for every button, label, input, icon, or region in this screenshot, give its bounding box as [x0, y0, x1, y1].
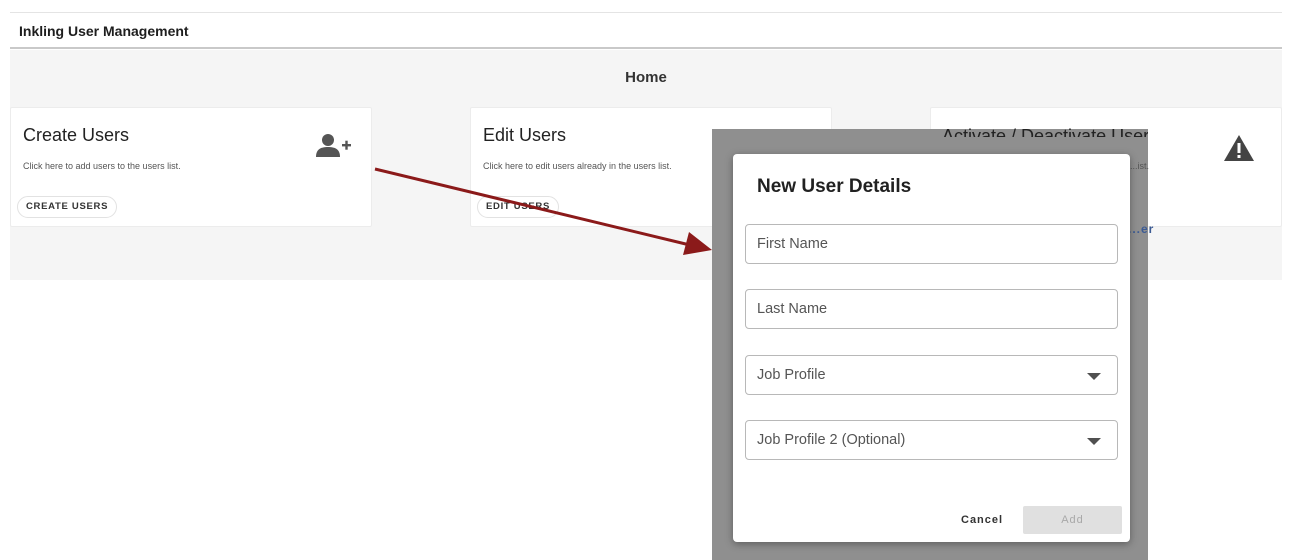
last-name-placeholder: Last Name — [757, 301, 828, 317]
dropdown-caret-icon — [1087, 438, 1101, 445]
card-description: Click here to add users to the users lis… — [23, 161, 181, 171]
last-name-field[interactable]: Last Name — [745, 289, 1118, 329]
first-name-field[interactable]: First Name — [745, 224, 1118, 264]
home-title: Home — [625, 69, 667, 86]
add-user-icon — [316, 134, 351, 157]
warning-icon — [1224, 135, 1254, 161]
job-profile-select[interactable]: Job Profile — [745, 355, 1118, 395]
card-title: Create Users — [23, 125, 130, 145]
job-profile-2-select[interactable]: Job Profile 2 (Optional) — [745, 420, 1118, 460]
app-header: Inkling User Management — [10, 12, 1282, 49]
cancel-button[interactable]: Cancel — [951, 507, 1013, 533]
dialog-title: New User Details — [757, 176, 912, 197]
add-button[interactable]: Add — [1023, 506, 1122, 534]
job-profile-2-label: Job Profile 2 (Optional) — [757, 432, 906, 448]
first-name-placeholder: First Name — [757, 236, 828, 252]
edit-users-button[interactable]: EDIT USERS — [477, 196, 560, 218]
page: Inkling User Management Home Create User… — [0, 0, 1290, 560]
card-description: Click here to edit users already in the … — [483, 161, 672, 171]
job-profile-label: Job Profile — [757, 367, 826, 383]
app-title: Inkling User Management — [19, 23, 189, 39]
card-title-peek: Activate / Deactivate User — [942, 126, 1148, 137]
activate-users-button-peek[interactable]: ...er — [1128, 222, 1154, 236]
dropdown-caret-icon — [1087, 373, 1101, 380]
card-title: Edit Users — [483, 125, 567, 145]
new-user-dialog: New User Details First Name Last Name Jo… — [733, 154, 1130, 542]
create-users-card[interactable]: Create Users Click here to add users to … — [10, 107, 372, 227]
card-description-peek: ...ist. — [1130, 161, 1150, 171]
create-users-button[interactable]: CREATE USERS — [17, 196, 118, 218]
